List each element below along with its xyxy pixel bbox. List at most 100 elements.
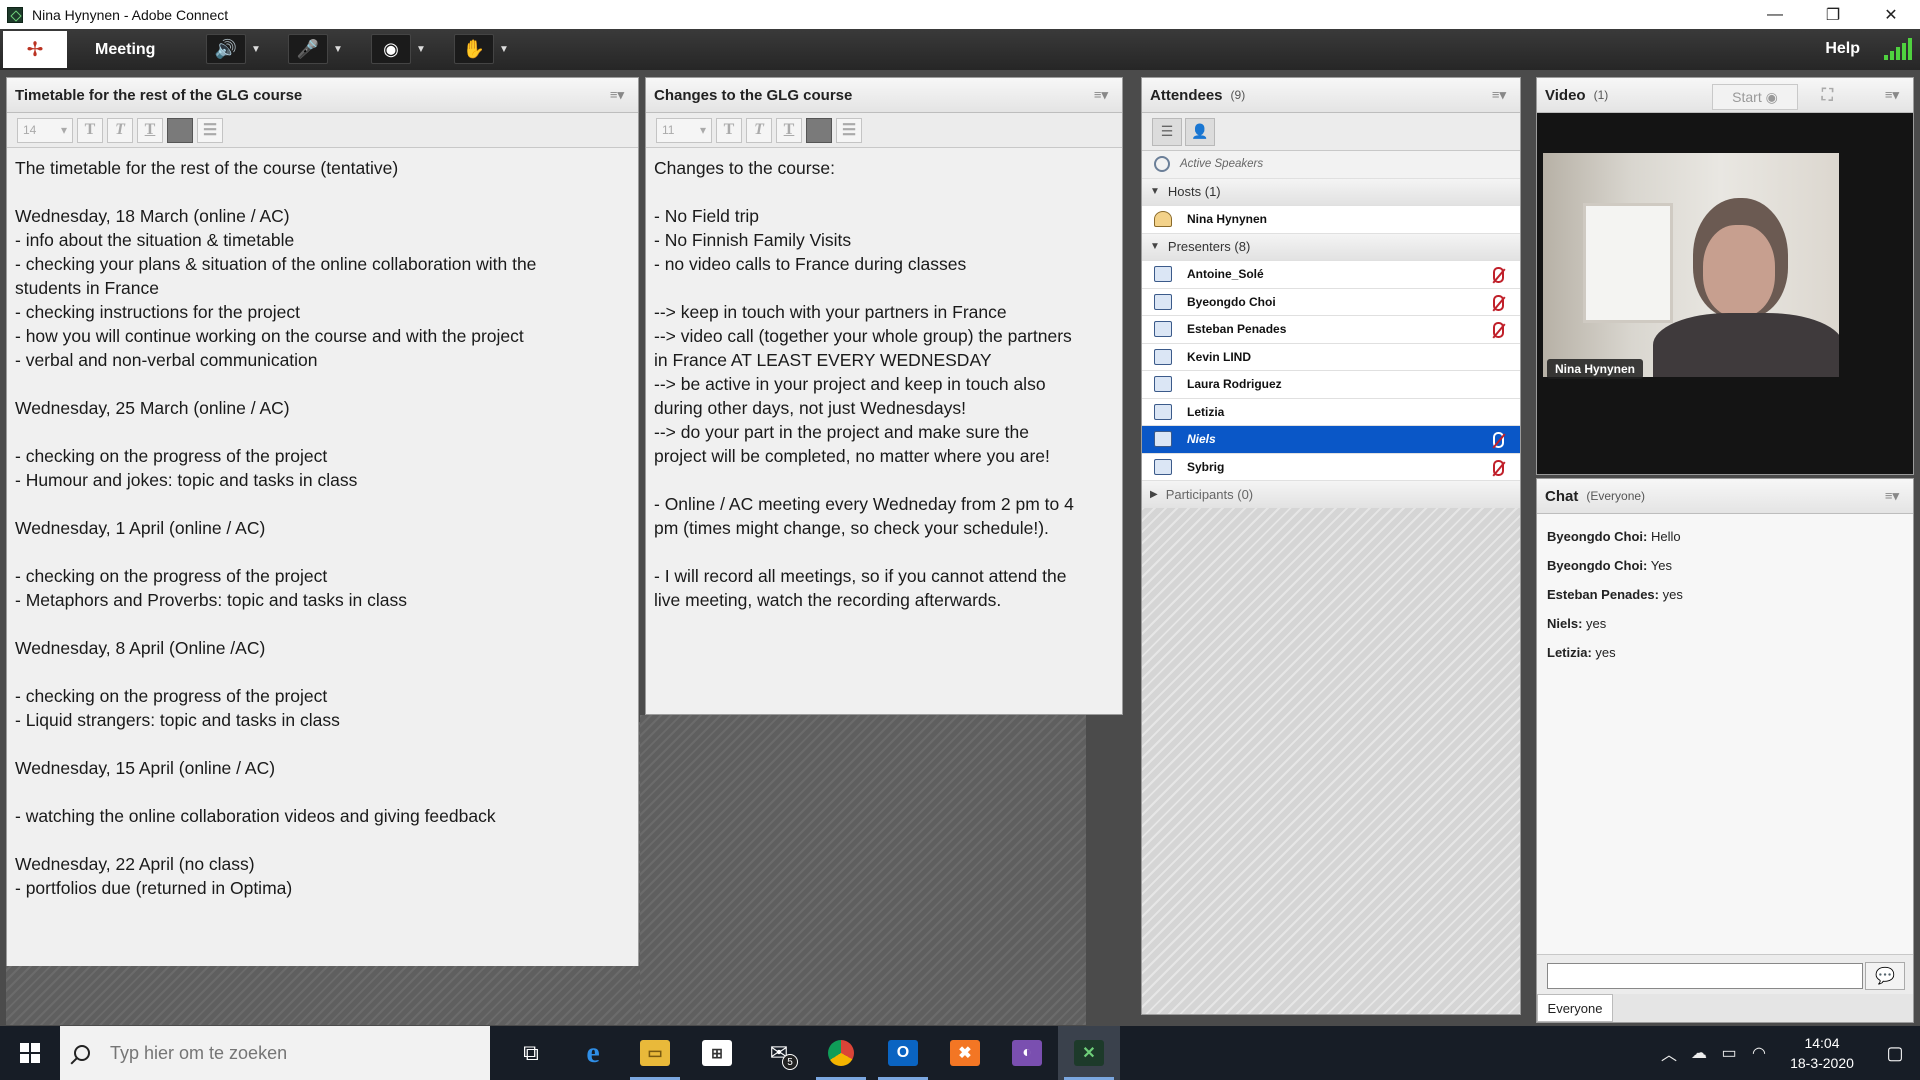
microphone-dropdown-icon[interactable]: ▼ [328, 34, 348, 64]
underline-icon[interactable]: T [776, 117, 802, 143]
note-text-area[interactable]: Changes to the course: - No Field trip - N… [646, 148, 1122, 714]
note-line [15, 612, 630, 636]
font-size-select[interactable]: 11 ▾ [656, 117, 712, 143]
video-pod: Video (1) Start ◉ ⛶ ≡▾ Nina Hynynen [1536, 77, 1914, 475]
start-webcam-button[interactable]: Start ◉ [1712, 84, 1798, 110]
wifi-icon[interactable]: ◠ [1744, 1043, 1774, 1063]
microphone-muted-icon [1493, 459, 1504, 476]
pod-menu-icon[interactable]: ≡▾ [1492, 87, 1506, 103]
attendee-name: Byeongdo Choi [1187, 294, 1276, 309]
file-explorer-icon[interactable]: ▭ [624, 1026, 686, 1080]
attendee-row[interactable]: Byeongdo Choi [1142, 288, 1520, 316]
italic-icon[interactable]: T [746, 117, 772, 143]
host-icon [1154, 211, 1172, 228]
expand-triangle-icon[interactable]: ▶ [1150, 489, 1158, 500]
fullscreen-icon[interactable]: ⛶ [1822, 87, 1833, 105]
underline-icon[interactable]: T [137, 117, 163, 143]
note-text-area[interactable]: The timetable for the rest of the course… [7, 148, 638, 966]
presenters-section[interactable]: ▼ Presenters (8) [1142, 233, 1520, 261]
italic-icon[interactable]: T [107, 117, 133, 143]
raise-hand-dropdown-icon[interactable]: ▼ [494, 34, 514, 64]
attendee-row[interactable]: Antoine_Solé [1142, 261, 1520, 289]
bullet-list-icon[interactable]: ☰ [836, 117, 862, 143]
webcam-icon[interactable]: ◉ [371, 34, 411, 64]
collapse-triangle-icon[interactable]: ▼ [1150, 241, 1160, 252]
attendee-row[interactable]: Kevin LIND [1142, 343, 1520, 371]
taskbar-search[interactable] [60, 1026, 490, 1080]
app-icon[interactable]: ◐ [996, 1026, 1058, 1080]
webcam-dropdown-icon[interactable]: ▼ [411, 34, 431, 64]
pod-menu-icon[interactable]: ≡▾ [610, 87, 624, 103]
chrome-icon[interactable] [810, 1026, 872, 1080]
outlook-icon[interactable]: O [872, 1026, 934, 1080]
meeting-logo: ✢ [3, 31, 67, 68]
list-view-icon[interactable]: ☰ [1152, 117, 1182, 146]
font-size-select[interactable]: 14 ▾ [17, 117, 73, 143]
store-icon[interactable]: ⊞ [686, 1026, 748, 1080]
chat-text: Hello [1651, 529, 1681, 544]
microphone-icon[interactable]: 🎤 [288, 34, 328, 64]
hosts-section[interactable]: ▼ Hosts (1) [1142, 178, 1520, 206]
attendee-row[interactable]: Esteban Penades [1142, 316, 1520, 344]
meeting-toolbar: ✢ Meeting 🔊 ▼ 🎤 ▼ ◉ ▼ ✋ ▼ Help [0, 29, 1920, 70]
bold-icon[interactable]: T [716, 117, 742, 143]
speaker-dropdown-icon[interactable]: ▼ [246, 34, 266, 64]
note-line: The timetable for the rest of the course… [15, 158, 399, 178]
xampp-icon[interactable]: ✖ [934, 1026, 996, 1080]
note-line [15, 660, 630, 684]
collapse-triangle-icon[interactable]: ▼ [1150, 186, 1160, 197]
attendee-row[interactable]: Laura Rodriguez [1142, 371, 1520, 399]
clock[interactable]: 14:04 18-3-2020 [1774, 1033, 1870, 1073]
webcam-video[interactable] [1543, 153, 1839, 377]
help-menu[interactable]: Help [1825, 40, 1860, 58]
text-color-icon[interactable] [806, 117, 832, 143]
presenter-icon [1154, 376, 1172, 393]
microphone-muted-icon [1493, 267, 1504, 283]
note-line: - no video calls to France during classe… [654, 254, 967, 274]
pod-menu-icon[interactable]: ≡▾ [1885, 87, 1899, 103]
attendee-row-host[interactable]: Nina Hynynen [1142, 206, 1520, 234]
participants-section[interactable]: ▶ Participants (0) [1142, 481, 1520, 509]
note-line: - how you will continue working on the c… [15, 326, 524, 346]
status-view-icon[interactable]: 👤 [1185, 117, 1215, 146]
search-icon [74, 1045, 90, 1061]
text-color-icon[interactable] [167, 117, 193, 143]
taskbar-search-input[interactable] [110, 1042, 470, 1064]
pod-header: Video (1) Start ◉ ⛶ ≡▾ [1537, 78, 1913, 113]
adobe-connect-taskbar-icon[interactable]: ✕ [1058, 1026, 1120, 1080]
task-view-icon[interactable]: ⧉ [500, 1026, 562, 1080]
note-line [15, 180, 630, 204]
note-line [654, 468, 1114, 492]
chat-text: yes [1595, 645, 1616, 660]
notifications-icon[interactable]: ▢ [1870, 1043, 1920, 1064]
speaker-icon[interactable]: 🔊 [206, 34, 246, 64]
note-line: - verbal and non-verbal communication [15, 350, 318, 370]
note-line: --> be active in your project and keep i… [654, 374, 1046, 394]
minimize-button[interactable]: — [1746, 0, 1804, 29]
raise-hand-icon[interactable]: ✋ [454, 34, 494, 64]
bullet-list-icon[interactable]: ☰ [197, 117, 223, 143]
attendee-row[interactable]: Niels [1142, 426, 1520, 454]
pod-menu-icon[interactable]: ≡▾ [1094, 87, 1108, 103]
attendee-row[interactable]: Letizia [1142, 398, 1520, 426]
onedrive-icon[interactable]: ☁ [1684, 1043, 1714, 1063]
mail-icon[interactable]: ✉ 5 [748, 1026, 810, 1080]
start-button[interactable] [0, 1026, 60, 1080]
edge-icon[interactable]: e [562, 1026, 624, 1080]
pod-title: Video [1545, 86, 1586, 104]
bold-icon[interactable]: T [77, 117, 103, 143]
close-button[interactable]: ✕ [1862, 0, 1920, 29]
changes-note-pod: Changes to the GLG course ≡▾ 11 ▾ T T T ☰… [645, 77, 1123, 715]
meeting-menu[interactable]: Meeting [95, 41, 155, 59]
pod-menu-icon[interactable]: ≡▾ [1885, 488, 1899, 504]
maximize-button[interactable]: ❐ [1804, 0, 1862, 29]
chat-input[interactable] [1547, 963, 1863, 989]
send-message-icon[interactable]: 💬 [1865, 962, 1905, 990]
attendee-row[interactable]: Sybrig [1142, 453, 1520, 481]
show-hidden-icons[interactable]: ︿ [1654, 1041, 1684, 1065]
battery-icon[interactable]: ▭ [1714, 1043, 1744, 1063]
note-line: Wednesday, 22 April (no class) [15, 854, 255, 874]
chat-tab-everyone[interactable]: Everyone [1537, 994, 1613, 1022]
presenter-icon [1154, 458, 1172, 475]
chat-message: Byeongdo Choi: Yes [1547, 551, 1903, 580]
